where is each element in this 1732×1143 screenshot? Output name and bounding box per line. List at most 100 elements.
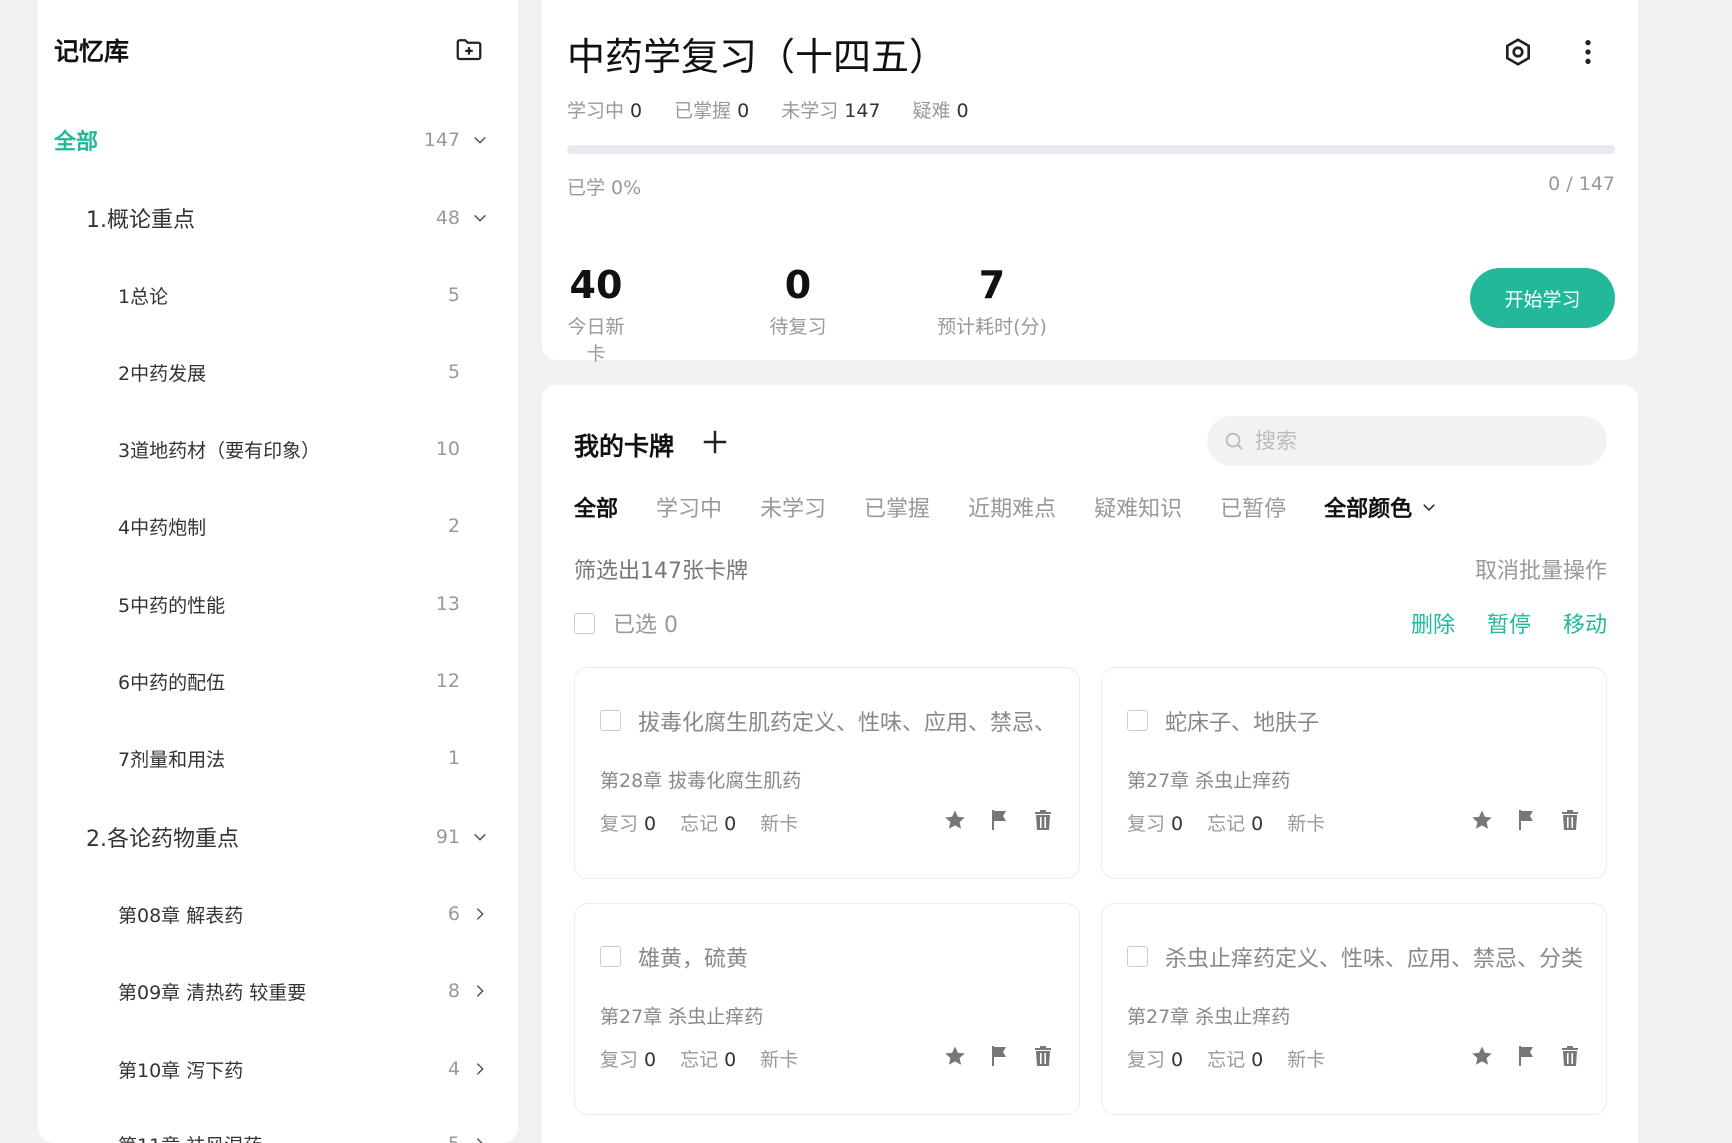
tree-item[interactable]: 第10章 泻下药 4 <box>38 1049 518 1089</box>
card-actions <box>943 808 1055 832</box>
chevron-right-icon[interactable] <box>472 1136 488 1143</box>
card-checkbox[interactable] <box>1127 946 1148 967</box>
card-checkbox[interactable] <box>1127 710 1148 731</box>
search-box <box>1207 416 1607 466</box>
card-item[interactable]: 拔毒化腐生肌药定义、性味、应用、禁忌、第28章 拔毒化腐生肌药 复习 0 忘记 0 新卡 <box>574 667 1080 879</box>
tree-item[interactable]: 2.各论药物重点 91 <box>38 817 518 857</box>
move-button[interactable]: 移动 <box>1563 607 1607 639</box>
card-checkbox[interactable] <box>600 946 621 967</box>
cards-panel: 我的卡牌 全部 学习中 未学习 已掌握 近期难点 疑难知识 已暂停 全部颜色 筛… <box>542 385 1638 1143</box>
star-icon[interactable] <box>1470 808 1494 832</box>
cancel-batch-button[interactable]: 取消批量操作 <box>1475 553 1607 585</box>
card-chapter: 第27章 杀虫止痒药 <box>600 1006 764 1028</box>
tree-item[interactable]: 1.概论重点 48 <box>38 198 518 238</box>
card-state: 新卡 <box>760 813 799 835</box>
tree-item-count: 10 <box>435 438 460 460</box>
chevron-right-icon[interactable] <box>472 983 488 999</box>
tab-recent-difficult[interactable]: 近期难点 <box>968 491 1056 523</box>
tree-item-count: 147 <box>423 129 460 151</box>
tree-item-count: 6 <box>447 903 460 925</box>
chevron-right-icon[interactable] <box>472 906 488 922</box>
tree-item[interactable]: 1总论 5 <box>38 275 518 315</box>
tree-item-count: 91 <box>435 826 460 848</box>
card-checkbox[interactable] <box>600 710 621 731</box>
target-icon[interactable] <box>1502 36 1534 68</box>
more-vertical-icon[interactable] <box>1572 36 1604 68</box>
tree-item-count: 48 <box>435 207 460 229</box>
tree-item-count: 5 <box>447 284 460 306</box>
tree-item-label: 1.概论重点 <box>86 208 195 233</box>
search-input[interactable] <box>1255 429 1585 453</box>
star-icon[interactable] <box>943 1044 967 1068</box>
select-all-checkbox[interactable] <box>574 612 595 634</box>
chevron-right-icon[interactable] <box>472 1061 488 1077</box>
tree-item-label: 7剂量和用法 <box>118 748 226 771</box>
card-review-count: 复习 0 <box>1127 813 1184 835</box>
start-learning-button[interactable]: 开始学习 <box>1470 268 1615 328</box>
card-question: 蛇床子、地肤子 <box>1165 711 1320 736</box>
card-chapter: 第28章 拔毒化腐生肌药 <box>600 770 802 792</box>
tree-item-label: 第11章 祛风湿药 <box>118 1131 262 1143</box>
card-item[interactable]: 雄黄，硫黄 第27章 杀虫止痒药 复习 0 忘记 0 新卡 <box>574 903 1080 1115</box>
tree-item[interactable]: 第08章 解表药 6 <box>38 894 518 934</box>
card-actions <box>1470 808 1582 832</box>
flag-icon[interactable] <box>987 1044 1011 1068</box>
stat-learning: 学习中 0 <box>567 100 643 122</box>
my-cards-title: 我的卡牌 <box>574 432 675 461</box>
card-item[interactable]: 杀虫止痒药定义、性味、应用、禁忌、分类 第27章 杀虫止痒药 复习 0 忘记 0 新卡 <box>1101 903 1607 1115</box>
card-item[interactable]: 蛇床子、地肤子 第27章 杀虫止痒药 复习 0 忘记 0 新卡 <box>1101 667 1607 879</box>
tab-mastered[interactable]: 已掌握 <box>864 491 930 523</box>
tree-item[interactable]: 7剂量和用法 1 <box>38 738 518 778</box>
card-forget-count: 忘记 0 <box>680 813 737 835</box>
tree-item-count: 13 <box>435 593 460 615</box>
card-question: 拔毒化腐生肌药定义、性味、应用、禁忌、 <box>638 711 1057 736</box>
trash-icon[interactable] <box>1558 1044 1582 1068</box>
add-icon[interactable] <box>700 427 730 457</box>
card-forget-count: 忘记 0 <box>1207 813 1264 835</box>
new-folder-icon[interactable] <box>454 34 484 64</box>
card-review-count: 复习 0 <box>1127 1049 1184 1071</box>
tab-difficult-knowledge[interactable]: 疑难知识 <box>1094 491 1182 523</box>
tree-item-label: 第08章 解表药 <box>118 904 244 927</box>
trash-icon[interactable] <box>1031 808 1055 832</box>
tree-item-count: 4 <box>447 1058 460 1080</box>
tab-unlearned[interactable]: 未学习 <box>760 491 826 523</box>
stat-difficult: 疑难 0 <box>912 100 969 122</box>
tree-item[interactable]: 第11章 祛风湿药 5 <box>38 1124 518 1143</box>
tab-learning[interactable]: 学习中 <box>656 491 722 523</box>
metric-new-today: 40 今日新卡 <box>567 263 625 365</box>
pause-button[interactable]: 暂停 <box>1487 607 1531 639</box>
chevron-down-icon[interactable] <box>472 132 488 148</box>
trash-icon[interactable] <box>1031 1044 1055 1068</box>
card-state: 新卡 <box>1287 813 1326 835</box>
flag-icon[interactable] <box>1514 1044 1538 1068</box>
trash-icon[interactable] <box>1558 808 1582 832</box>
search-icon <box>1225 432 1243 450</box>
chevron-down-icon[interactable] <box>472 829 488 845</box>
tree-item-count: 12 <box>435 670 460 692</box>
tree-item-label: 第10章 泻下药 <box>118 1059 244 1082</box>
tree-item[interactable]: 4中药炮制 2 <box>38 506 518 546</box>
tree-item[interactable]: 6中药的配伍 12 <box>38 661 518 701</box>
delete-button[interactable]: 删除 <box>1411 607 1455 639</box>
card-forget-count: 忘记 0 <box>1207 1049 1264 1071</box>
chevron-down-icon[interactable] <box>472 210 488 226</box>
tree-item-label: 第09章 清热药 较重要 <box>118 981 307 1004</box>
tree-item[interactable]: 3道地药材（要有印象） 10 <box>38 429 518 469</box>
tab-paused[interactable]: 已暂停 <box>1220 491 1286 523</box>
tree-item[interactable]: 第09章 清热药 较重要 8 <box>38 971 518 1011</box>
star-icon[interactable] <box>943 808 967 832</box>
card-state: 新卡 <box>760 1049 799 1071</box>
tab-all[interactable]: 全部 <box>574 491 618 523</box>
batch-actions: 删除 暂停 移动 <box>1411 607 1607 639</box>
tree-item[interactable]: 5中药的性能 13 <box>38 584 518 624</box>
tree-item-count: 5 <box>447 361 460 383</box>
filter-tabs: 全部 学习中 未学习 已掌握 近期难点 疑难知识 已暂停 全部颜色 <box>574 491 1438 523</box>
flag-icon[interactable] <box>1514 808 1538 832</box>
tree-item[interactable]: 全部 147 <box>38 120 518 160</box>
card-review-count: 复习 0 <box>600 813 657 835</box>
color-filter-dropdown[interactable]: 全部颜色 <box>1324 491 1438 523</box>
star-icon[interactable] <box>1470 1044 1494 1068</box>
tree-item[interactable]: 2中药发展 5 <box>38 352 518 392</box>
flag-icon[interactable] <box>987 808 1011 832</box>
